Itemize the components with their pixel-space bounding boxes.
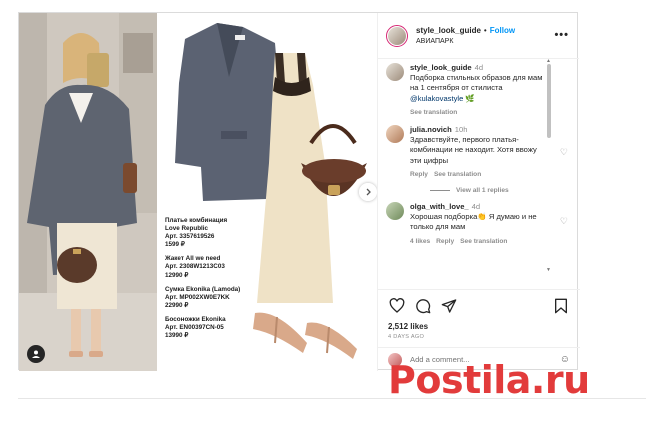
comment-item: olga_with_love_ 4d Хорошая подборка👏 Я ду… [386,202,568,247]
post-location[interactable]: АВИАПАРК [416,36,515,47]
commenter-avatar[interactable] [386,63,404,81]
separator-dot: • [483,25,487,35]
comment-body: olga_with_love_ 4d Хорошая подборка👏 Я ду… [410,202,546,247]
caption-line: Сумка Ekonika (Lamoda) [165,285,241,293]
comment-body: julia.novich 10h Здравствуйте, первого пл… [410,125,546,180]
save-button[interactable] [552,297,570,315]
caption-line: 1599 ₽ [165,241,185,249]
avatar-image [388,26,406,45]
caption-line: Арт. 3357619526 [165,233,215,241]
comment-meta: See translation [410,108,546,118]
bookmark-icon [555,298,567,314]
likes-count[interactable]: 2,512 likes [388,322,570,331]
comment-username[interactable]: julia.novich [410,125,452,134]
heart-icon [389,298,405,313]
reply-link[interactable]: Reply [410,171,428,178]
postila-watermark: Postila.ru [388,354,650,406]
comment-meta: Reply See translation [410,170,546,180]
comment-time: 4d [471,202,481,212]
caption-line: 12990 ₽ [165,271,189,279]
comment-text: Хорошая подборка👏 Я думаю и не только дл… [410,212,537,232]
comment-username[interactable]: olga_with_love_ [410,202,469,211]
comment-text-content: Подборка стильных образов для мам на 1 с… [410,73,543,93]
post-photo [19,13,157,371]
comment-time: 10h [454,125,468,135]
post-actions: 2,512 likes 4 DAYS AGO [378,289,580,347]
post-date: 4 DAYS AGO [388,334,425,340]
comment-button[interactable] [414,297,432,315]
comment-username[interactable]: style_look_guide [410,63,472,72]
comment-body: style_look_guide 4d Подборка стильных обр… [410,63,546,118]
caption-line: 13990 ₽ [165,332,189,340]
caption-line: Арт. EN00397CN-05 [165,324,224,332]
scroll-down-arrow-icon[interactable]: ▼ [546,267,551,273]
reply-link[interactable]: Reply [436,238,454,245]
post-media[interactable]: Платье комбинация Love Republic Арт. 335… [19,13,377,371]
scrollbar-thumb[interactable] [547,64,551,138]
outfit-caption-list: Платье комбинация Love Republic Арт. 335… [165,217,261,346]
see-translation-link[interactable]: See translation [410,109,457,116]
share-button[interactable] [440,297,458,315]
caption-item-jacket: Жакет All we need Арт. 2308W1213C03 1299… [165,255,261,279]
chevron-right-icon [366,188,371,196]
like-button[interactable] [388,297,406,315]
action-icons-row [388,296,570,316]
person-icon [32,350,40,358]
caption-line: Арт. MP002XW0E7KK [165,293,230,301]
caption-comment: style_look_guide 4d Подборка стильных обр… [386,63,568,118]
leaf-emoji: 🌿 [465,93,475,103]
caption-line: Love Republic [165,225,209,233]
commenter-avatar[interactable] [386,202,404,221]
woman-mirror-selfie-photo [19,13,157,371]
caption-line: Арт. 2308W1213C03 [165,263,225,271]
instagram-post-frame: Платье комбинация Love Republic Арт. 335… [18,12,580,371]
view-replies-label: View all 1 replies [456,187,509,195]
mention-link[interactable]: @kulakovastyle [410,94,463,103]
post-header: style_look_guide • Follow АВИАПАРК ••• [378,13,579,59]
comment-time: 4d [474,63,484,72]
caption-item-bag: Сумка Ekonika (Lamoda) Арт. MP002XW0E7KK… [165,286,261,310]
comment-text: Здравствуйте, первого платья-комбинации … [410,135,537,165]
caption-line: Платье комбинация [165,217,228,224]
caption-line: 22990 ₽ [165,301,189,309]
tagged-people-button[interactable] [27,345,45,363]
caption-line: Босоножки Ekonika [165,315,226,323]
author-avatar[interactable] [386,24,408,47]
follow-button[interactable]: Follow [490,26,515,35]
caption-item-dress: Платье комбинация Love Republic Арт. 335… [165,217,261,249]
caption-line: Жакет All we need [165,255,221,263]
comment-likes-count[interactable]: 4 likes [410,238,430,245]
more-options-button[interactable]: ••• [554,29,569,41]
like-comment-heart-icon[interactable]: ♡ [560,216,568,227]
comment-bubble-icon [416,299,431,314]
author-username[interactable]: style_look_guide [416,26,481,35]
replies-divider-line [430,190,450,192]
comment-meta: 4 likes Reply See translation [410,237,546,247]
author-info: style_look_guide • Follow АВИАПАРК [416,25,515,47]
see-translation-link[interactable]: See translation [434,171,481,178]
paper-plane-icon [441,299,457,313]
comments-scrollbar[interactable]: ▲ ▼ [546,58,552,273]
commenter-avatar[interactable] [386,125,404,144]
caption-item-sandals: Босоножки Ekonika Арт. EN00397CN-05 1399… [165,316,261,340]
comment-text: Подборка стильных образов для мам на 1 с… [410,73,546,104]
next-slide-button[interactable] [359,183,377,201]
see-translation-link[interactable]: See translation [460,238,507,245]
watermark-text: Postila.ru [388,358,590,402]
comment-item: julia.novich 10h Здравствуйте, первого пл… [386,125,568,180]
like-comment-heart-icon[interactable]: ♡ [560,147,568,158]
